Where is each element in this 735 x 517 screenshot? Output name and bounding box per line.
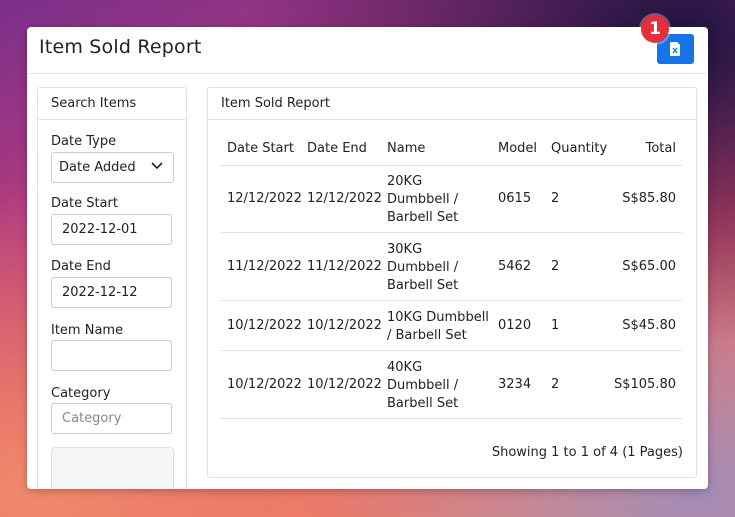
chevron-down-icon [151, 162, 163, 170]
row1-date-start: 12/12/2022 [227, 191, 302, 206]
row-divider [221, 300, 682, 301]
page-title: Item Sold Report [39, 36, 202, 58]
date-type-value: Date Added [59, 160, 136, 175]
row4-name-line: Barbell Set [387, 396, 459, 411]
desktop-background: { "header": { "title": "Item Sold Report… [0, 0, 735, 517]
date-start-input[interactable]: 2022-12-01 [51, 214, 172, 245]
row2-name-line: Barbell Set [387, 278, 459, 293]
column-header-date-start[interactable]: Date Start [227, 141, 294, 156]
column-header-name[interactable]: Name [387, 141, 425, 156]
row4-total: S$105.80 [613, 377, 676, 392]
date-type-label: Date Type [51, 134, 117, 149]
row2-name-line: 30KG [387, 242, 423, 257]
column-header-date-end[interactable]: Date End [307, 141, 367, 156]
row4-date-start: 10/12/2022 [227, 377, 302, 392]
row1-name-line: Dumbbell / [387, 192, 459, 207]
category-placeholder: Category [62, 411, 122, 426]
row3-total: S$45.80 [622, 318, 676, 333]
pagination-summary: Showing 1 to 1 of 4 (1 Pages) [491, 445, 683, 460]
row3-quantity: 1 [551, 318, 560, 333]
row3-name: 10KG Dumbbell / Barbell Set [387, 309, 489, 345]
row4-name-line: Dumbbell / [387, 378, 459, 393]
row2-name-line: Dumbbell / [387, 260, 459, 275]
row4-name-line: 40KG [387, 360, 423, 375]
row2-date-end: 11/12/2022 [307, 259, 382, 274]
row1-date-end: 12/12/2022 [307, 191, 382, 206]
category-input[interactable]: Category [51, 403, 172, 434]
excel-file-icon [670, 42, 680, 56]
item-name-label: Item Name [51, 323, 124, 338]
date-end-input[interactable]: 2022-12-12 [51, 277, 172, 308]
header-divider [221, 165, 682, 166]
row3-date-start: 10/12/2022 [227, 318, 302, 333]
date-start-label: Date Start [51, 196, 118, 211]
column-header-model[interactable]: Model [498, 141, 537, 156]
row3-model: 0120 [498, 318, 532, 333]
date-start-value: 2022-12-01 [62, 222, 138, 237]
row1-name-line: 20KG [387, 174, 423, 189]
date-end-value: 2022-12-12 [62, 285, 138, 300]
row2-total: S$65.00 [622, 259, 676, 274]
category-list-box[interactable] [51, 447, 174, 489]
row1-model: 0615 [498, 191, 532, 206]
row-divider [221, 350, 682, 351]
row1-name: 20KG Dumbbell / Barbell Set [387, 173, 458, 227]
column-header-quantity[interactable]: Quantity [551, 141, 607, 156]
report-card: Item Sold Report Search Items Date Type … [27, 27, 708, 489]
notification-badge: 1 [641, 15, 669, 43]
row4-model: 3234 [498, 377, 532, 392]
report-panel-title: Item Sold Report [208, 88, 696, 120]
row2-quantity: 2 [551, 259, 560, 274]
search-panel-title: Search Items [38, 88, 186, 120]
row2-date-start: 11/12/2022 [227, 259, 302, 274]
date-type-select[interactable]: Date Added [51, 152, 174, 183]
row-divider [221, 232, 682, 233]
card-header: Item Sold Report [27, 27, 708, 74]
row1-name-line: Barbell Set [387, 210, 459, 225]
row3-date-end: 10/12/2022 [307, 318, 382, 333]
item-sold-report-panel: Item Sold Report Date Start Date End Nam… [207, 87, 697, 478]
row2-name: 30KG Dumbbell / Barbell Set [387, 241, 458, 295]
row4-date-end: 10/12/2022 [307, 377, 382, 392]
date-end-label: Date End [51, 259, 111, 274]
row2-model: 5462 [498, 259, 532, 274]
search-items-panel: Search Items Date Type Date Added Date S… [37, 87, 187, 489]
item-name-input[interactable] [51, 340, 172, 371]
row1-total: S$85.80 [622, 191, 676, 206]
row1-quantity: 2 [551, 191, 560, 206]
row3-name-line: / Barbell Set [387, 328, 467, 343]
category-label: Category [51, 386, 111, 401]
row-divider [221, 418, 682, 419]
row4-quantity: 2 [551, 377, 560, 392]
row4-name: 40KG Dumbbell / Barbell Set [387, 359, 458, 413]
row3-name-line: 10KG Dumbbell [387, 310, 489, 325]
column-header-total[interactable]: Total [608, 141, 676, 156]
